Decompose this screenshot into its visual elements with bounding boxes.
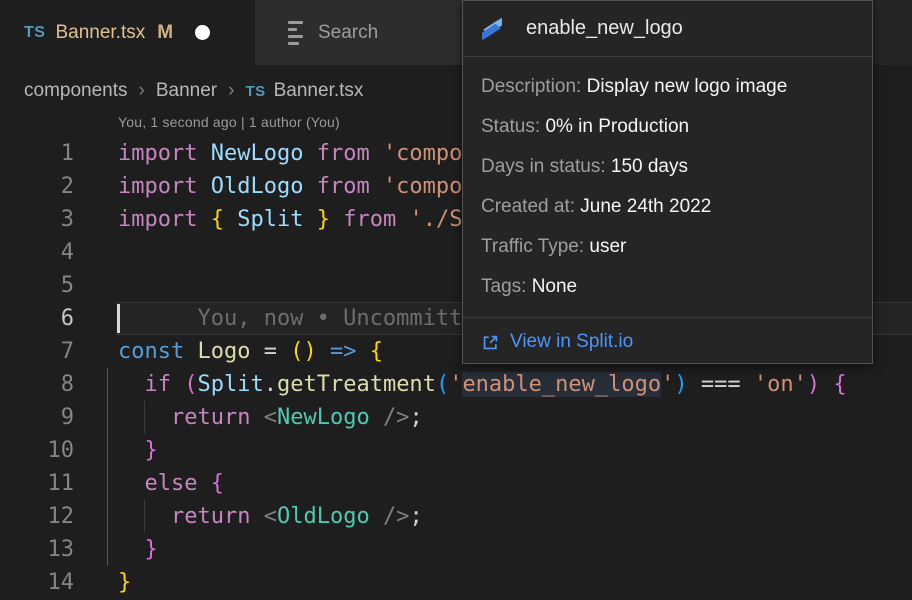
git-modified-badge: M <box>157 22 173 44</box>
line-number[interactable]: 3 <box>0 203 74 236</box>
line-number[interactable]: 14 <box>0 566 74 599</box>
line-number[interactable]: 2 <box>0 170 74 203</box>
line-number[interactable]: 11 <box>0 467 74 500</box>
tooltip-row-created-at: Created at: June 24th 2022 <box>481 187 872 227</box>
line-number[interactable]: 13 <box>0 533 74 566</box>
line-number[interactable]: 6 <box>0 302 74 335</box>
tab-label: Search <box>318 22 378 44</box>
row-value: user <box>589 236 626 257</box>
code-line[interactable]: return <OldLogo />; <box>118 500 423 533</box>
row-value: None <box>532 276 577 297</box>
row-label: Days in status: <box>481 156 606 177</box>
split-feature-flag-tooltip: enable_new_logo Description: Display new… <box>462 0 873 364</box>
code-line[interactable]: const Logo = () => { <box>118 335 383 368</box>
tooltip-row-status: Status: 0% in Production <box>481 107 872 147</box>
line-number[interactable]: 4 <box>0 236 74 269</box>
code-line[interactable]: } <box>118 566 131 599</box>
tooltip-row-tags: Tags: None <box>481 267 872 307</box>
unsaved-changes-dot-icon[interactable] <box>195 25 210 40</box>
code-line[interactable]: return <NewLogo />; <box>118 401 423 434</box>
breadcrumb-item-banner[interactable]: Banner <box>156 80 217 102</box>
code-line[interactable]: if (Split.getTreatment('enable_new_logo'… <box>118 368 847 401</box>
row-label: Created at: <box>481 196 575 217</box>
typescript-file-icon: TS <box>245 83 265 100</box>
view-in-split-link-label: View in Split.io <box>510 331 633 353</box>
line-number[interactable]: 12 <box>0 500 74 533</box>
breadcrumb-separator: › <box>228 80 234 102</box>
row-value: 150 days <box>611 156 688 177</box>
code-line[interactable]: } <box>118 434 158 467</box>
tooltip-row-days-in-status: Days in status: 150 days <box>481 147 872 187</box>
row-label: Traffic Type: <box>481 236 584 257</box>
line-number[interactable]: 9 <box>0 401 74 434</box>
breadcrumb-item-file[interactable]: Banner.tsx <box>274 80 364 102</box>
breadcrumb-item-components[interactable]: components <box>24 80 128 102</box>
line-number[interactable]: 10 <box>0 434 74 467</box>
indent-guide <box>107 368 108 566</box>
row-value: June 24th 2022 <box>580 196 711 217</box>
line-number[interactable]: 8 <box>0 368 74 401</box>
row-label: Tags: <box>481 276 526 297</box>
code-line[interactable]: else { <box>118 467 224 500</box>
text-cursor <box>117 304 120 333</box>
row-label: Description: <box>481 76 581 97</box>
search-editor-icon <box>288 21 303 45</box>
breadcrumb: components › Banner › TS Banner.tsx <box>24 80 363 102</box>
codelens-blame-annotation[interactable]: You, 1 second ago | 1 author (You) <box>118 114 340 130</box>
tab-banner-tsx[interactable]: TS Banner.tsx M <box>0 0 255 65</box>
line-number[interactable]: 1 <box>0 137 74 170</box>
line-number[interactable]: 5 <box>0 269 74 302</box>
tab-search[interactable]: Search <box>255 0 462 65</box>
line-number[interactable]: 7 <box>0 335 74 368</box>
feature-flag-name: enable_new_logo <box>526 17 683 40</box>
tooltip-header: enable_new_logo <box>463 1 872 57</box>
tooltip-row-traffic-type: Traffic Type: user <box>481 227 872 267</box>
code-line[interactable]: } <box>118 533 158 566</box>
split-logo-icon <box>478 15 506 43</box>
breadcrumb-separator: › <box>139 80 145 102</box>
tooltip-row-description: Description: Display new logo image <box>481 67 872 107</box>
tooltip-rows: Description: Display new logo image Stat… <box>463 57 872 307</box>
view-in-split-link[interactable]: View in Split.io <box>481 323 633 361</box>
row-value: Display new logo image <box>587 76 788 97</box>
row-value: 0% in Production <box>545 116 689 137</box>
row-label: Status: <box>481 116 540 137</box>
tab-title: Banner.tsx <box>55 22 145 44</box>
tooltip-divider <box>463 317 872 318</box>
typescript-file-icon: TS <box>24 24 45 42</box>
external-link-icon <box>481 333 500 352</box>
